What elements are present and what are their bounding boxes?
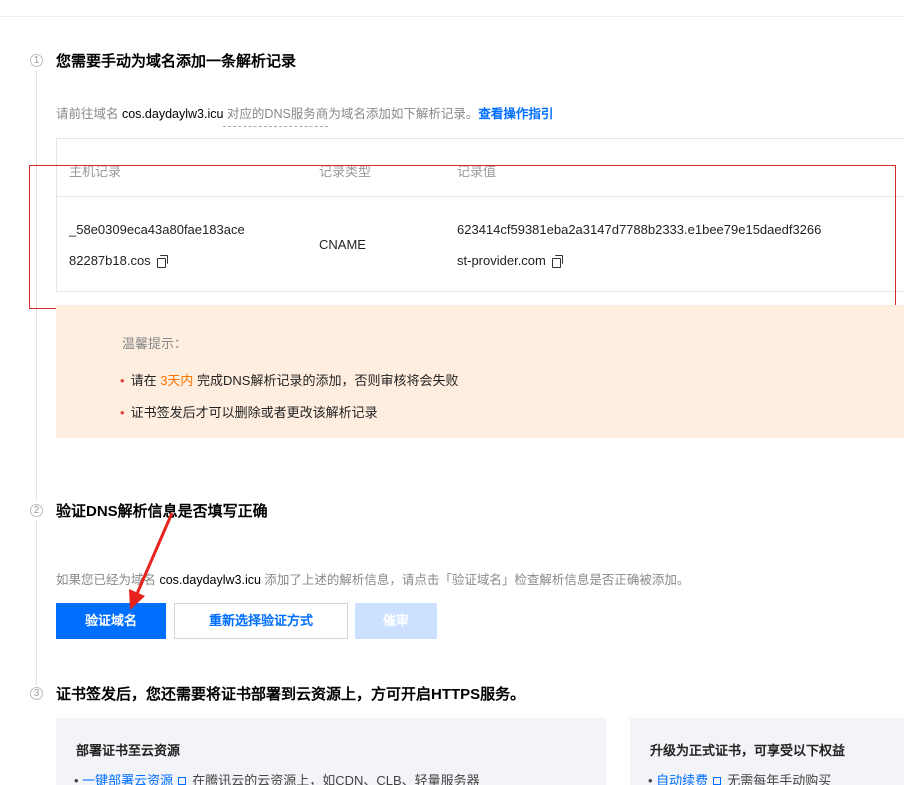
annotation-arrow-icon <box>129 512 174 610</box>
